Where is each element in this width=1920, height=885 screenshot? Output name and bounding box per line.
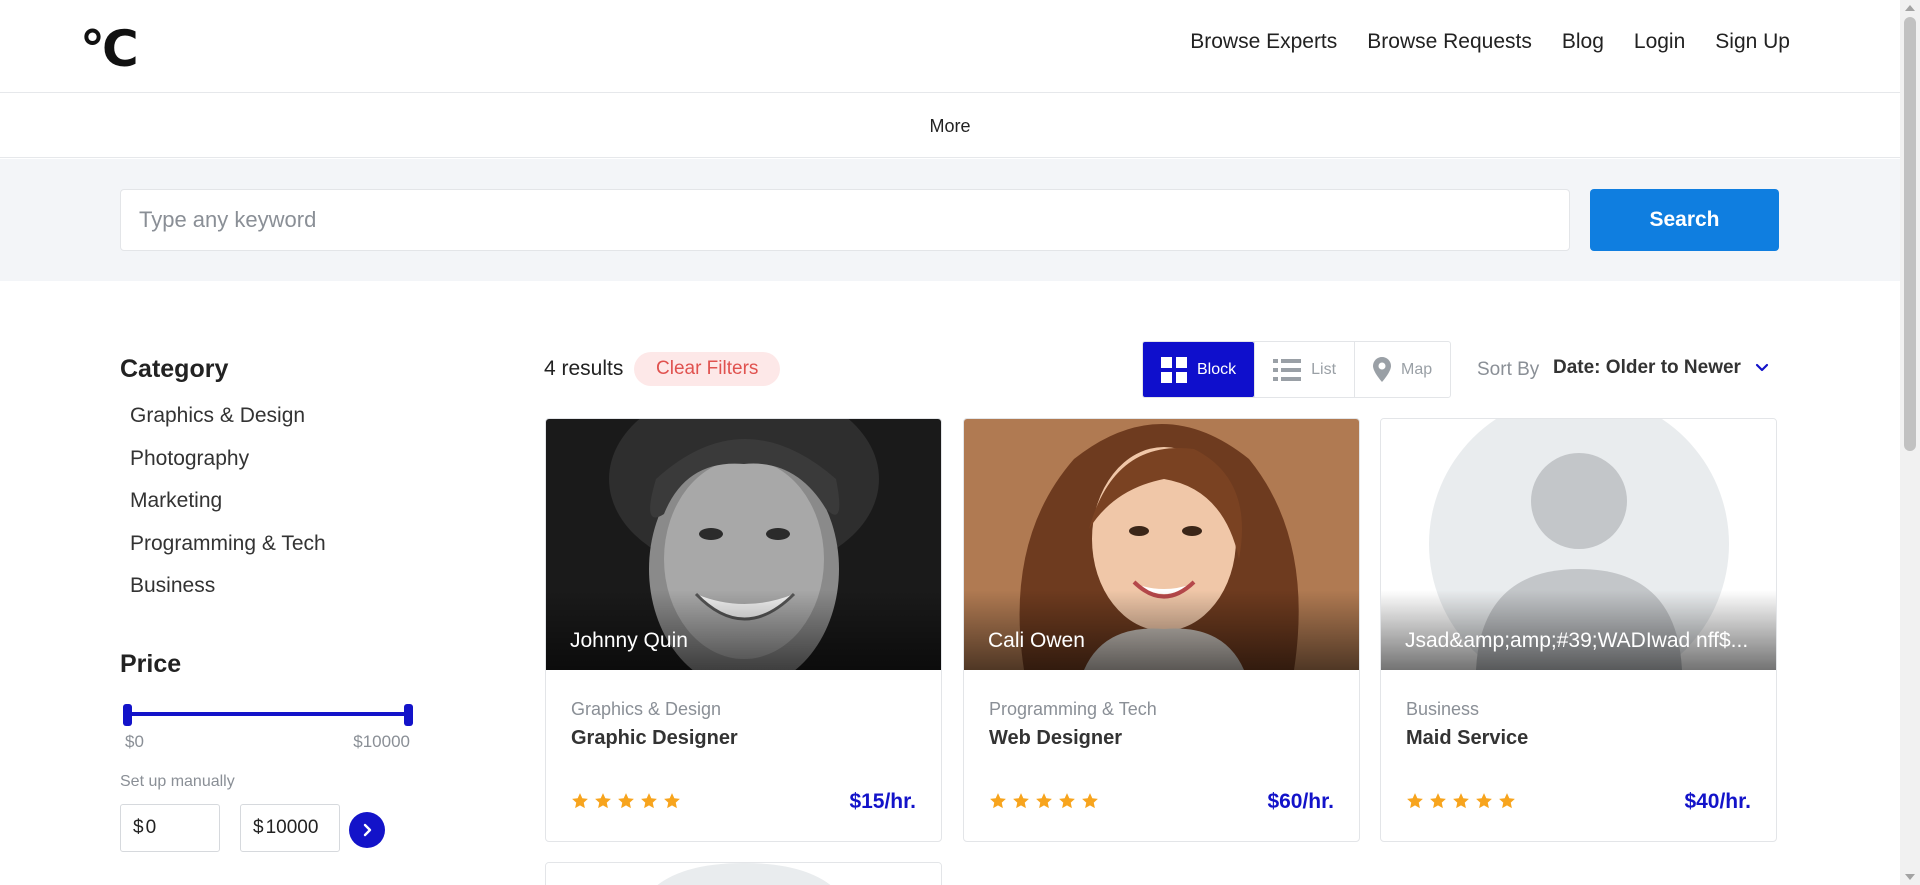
list-icon xyxy=(1273,358,1302,381)
expert-name: Johnny Quin xyxy=(570,629,688,652)
more-menu[interactable]: More xyxy=(929,116,970,137)
site-header: °C Browse Experts Browse Requests Blog L… xyxy=(0,0,1900,93)
expert-category: Programming & Tech xyxy=(989,699,1157,719)
main-nav: Browse Experts Browse Requests Blog Logi… xyxy=(1190,30,1790,54)
nav-browse-requests[interactable]: Browse Requests xyxy=(1367,30,1532,54)
expert-title: Graphic Designer xyxy=(571,727,738,749)
sort-value: Date: Older to Newer xyxy=(1553,357,1741,378)
view-toggle: Block List Map xyxy=(1142,341,1452,398)
rating-stars xyxy=(989,792,1099,810)
slider-max-handle[interactable] xyxy=(404,704,413,726)
category-list: Graphics & Design Photography Marketing … xyxy=(120,402,420,615)
search-button[interactable]: Search xyxy=(1590,189,1779,251)
price-min-label: $0 xyxy=(125,732,144,751)
rating-stars xyxy=(1406,792,1516,810)
expert-rate: $40/hr. xyxy=(1684,790,1751,813)
category-item[interactable]: Business xyxy=(120,572,420,615)
rating-stars xyxy=(571,792,681,810)
map-pin-icon xyxy=(1373,357,1392,382)
expert-rate: $15/hr. xyxy=(849,790,916,813)
expert-card[interactable]: Jsad&amp;amp;#39;WADIwad nff$... Busines… xyxy=(1380,418,1777,842)
nav-blog[interactable]: Blog xyxy=(1562,30,1604,54)
nav-login[interactable]: Login xyxy=(1634,30,1685,54)
currency-symbol: $ xyxy=(253,817,264,838)
category-title: Category xyxy=(120,355,229,383)
star-icon xyxy=(595,793,611,809)
scroll-down-arrow[interactable] xyxy=(1905,874,1915,880)
expert-card[interactable]: Johnny Quin Graphics & Design Graphic De… xyxy=(545,418,942,842)
filter-sidebar: Category Graphics & Design Photography M… xyxy=(120,355,420,852)
slider-track xyxy=(124,712,410,716)
max-price-value[interactable]: 10000 xyxy=(266,817,319,839)
apply-price-button[interactable] xyxy=(349,812,385,848)
scroll-up-arrow[interactable] xyxy=(1905,5,1915,11)
star-icon xyxy=(664,793,680,809)
avatar-placeholder-icon xyxy=(546,863,941,885)
search-input[interactable] xyxy=(120,189,1570,251)
view-block-button[interactable]: Block xyxy=(1143,342,1255,397)
view-map-label: Map xyxy=(1401,360,1433,378)
expert-category: Business xyxy=(1406,699,1480,719)
category-item[interactable]: Marketing xyxy=(120,487,420,530)
price-title: Price xyxy=(120,650,182,678)
setup-manually-label: Set up manually xyxy=(120,773,235,790)
view-list-label: List xyxy=(1311,360,1337,378)
star-icon xyxy=(572,793,588,809)
chevron-down-icon xyxy=(1755,363,1769,372)
expert-title: Web Designer xyxy=(989,727,1122,749)
price-range-slider[interactable] xyxy=(123,700,413,728)
expert-card[interactable] xyxy=(545,862,942,885)
star-icon xyxy=(1407,793,1423,809)
star-icon xyxy=(1476,793,1492,809)
star-icon xyxy=(641,793,657,809)
nav-sign-up[interactable]: Sign Up xyxy=(1715,30,1790,54)
sort-by-label: Sort By xyxy=(1477,359,1540,380)
view-map-button[interactable]: Map xyxy=(1354,342,1450,397)
category-item[interactable]: Graphics & Design xyxy=(120,402,420,445)
view-list-button[interactable]: List xyxy=(1254,342,1354,397)
expert-title: Maid Service xyxy=(1406,727,1529,749)
grid-icon xyxy=(1161,356,1187,383)
star-icon xyxy=(1059,793,1075,809)
star-icon xyxy=(1430,793,1446,809)
sort-dropdown[interactable]: Date: Older to Newer xyxy=(1553,357,1769,379)
scroll-thumb[interactable] xyxy=(1904,17,1916,451)
star-icon xyxy=(1499,793,1515,809)
search-band: Search xyxy=(0,159,1900,281)
star-icon xyxy=(990,793,1006,809)
min-price-field[interactable]: $ 0 xyxy=(120,804,220,852)
expert-name: Cali Owen xyxy=(988,629,1085,652)
star-icon xyxy=(1013,793,1029,809)
price-max-label: $10000 xyxy=(353,732,410,751)
category-item[interactable]: Photography xyxy=(120,445,420,488)
page-scrollbar[interactable] xyxy=(1900,0,1920,885)
max-price-field[interactable]: $ 10000 xyxy=(240,804,340,852)
expert-rate: $60/hr. xyxy=(1267,790,1334,813)
nav-browse-experts[interactable]: Browse Experts xyxy=(1190,30,1337,54)
category-item[interactable]: Programming & Tech xyxy=(120,530,420,573)
results-count: 4 results xyxy=(544,357,624,380)
star-icon xyxy=(618,793,634,809)
sub-nav: More xyxy=(0,94,1900,158)
expert-category: Graphics & Design xyxy=(571,699,722,719)
star-icon xyxy=(1082,793,1098,809)
expert-name: Jsad&amp;amp;#39;WADIwad nff$... xyxy=(1405,629,1749,652)
chevron-right-icon xyxy=(363,823,372,837)
clear-filters-button[interactable]: Clear Filters xyxy=(634,352,781,386)
expert-card[interactable]: Cali Owen Programming & Tech Web Designe… xyxy=(963,418,1360,842)
slider-min-handle[interactable] xyxy=(123,704,132,726)
min-price-value[interactable]: 0 xyxy=(146,817,157,839)
star-icon xyxy=(1036,793,1052,809)
currency-symbol: $ xyxy=(133,817,144,838)
logo[interactable]: °C xyxy=(80,24,139,74)
view-block-label: Block xyxy=(1197,360,1237,378)
star-icon xyxy=(1453,793,1469,809)
